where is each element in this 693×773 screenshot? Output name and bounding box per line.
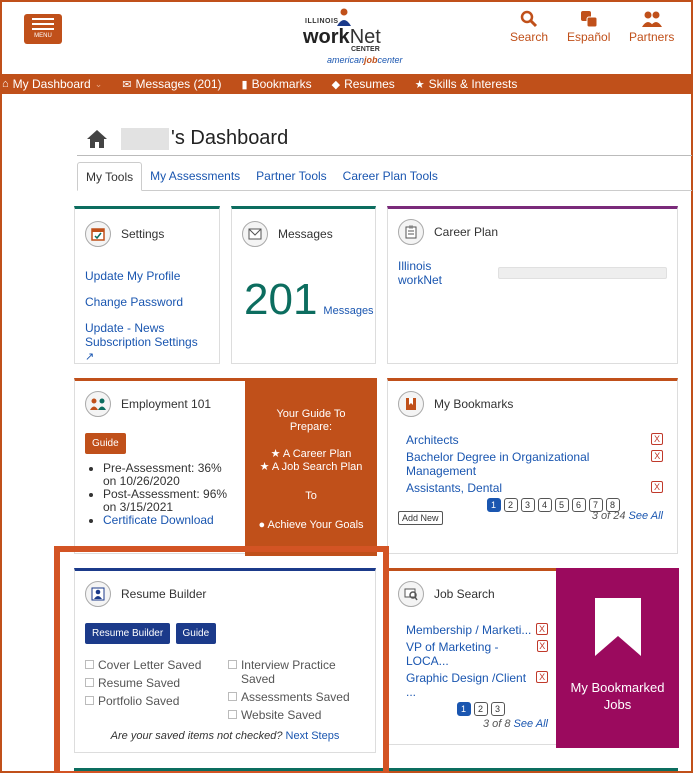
my-bookmarked-jobs-panel[interactable]: My Bookmarked Jobs	[556, 568, 679, 748]
page-button[interactable]: 3	[520, 498, 535, 512]
bookmark-link[interactable]: Bachelor Degree in Organizational Manage…	[406, 450, 651, 478]
job-search-pager: 1 2 3	[416, 702, 548, 716]
page-button[interactable]: 6	[571, 498, 586, 512]
employment-101-card: Employment 101 Guide Pre-Assessment: 36%…	[74, 378, 377, 556]
translate-icon	[580, 11, 598, 28]
tab-my-assessments[interactable]: My Assessments	[142, 162, 248, 190]
tab-my-tools[interactable]: My Tools	[77, 162, 143, 191]
site-header: MENU ILLINOIS workNet CENTER americanjob…	[2, 2, 691, 72]
search-link[interactable]: Search	[510, 10, 548, 44]
main-nav: ⌂ My Dashboard ⌄ ✉ Messages (201) ▮ Book…	[2, 74, 691, 94]
diamond-icon: ◆	[331, 78, 341, 91]
envelope-icon	[242, 221, 268, 247]
job-search-magnifier-icon	[398, 581, 424, 607]
see-all-jobs-link[interactable]: See All	[514, 718, 548, 730]
partners-link[interactable]: Partners	[629, 10, 674, 44]
redacted-user-name	[121, 127, 169, 150]
nav-skills-interests[interactable]: ★ Skills & Interests	[415, 77, 518, 91]
list-item: Membership / Marketi... X	[406, 623, 548, 637]
calendar-check-icon	[85, 221, 111, 247]
page-button[interactable]: 1	[456, 702, 471, 716]
tab-career-plan-tools[interactable]: Career Plan Tools	[335, 162, 446, 190]
highlight-annotation-box	[54, 546, 389, 773]
career-plan-progress-bar	[497, 267, 667, 279]
hamburger-icon	[32, 18, 54, 30]
bookmark-link[interactable]: Assistants, Dental	[406, 481, 502, 495]
page-button[interactable]: 1	[486, 498, 501, 512]
search-icon	[520, 10, 538, 28]
job-bookmark-link[interactable]: VP of Marketing - LOCA...	[406, 640, 537, 668]
dashboard-tabs: My Tools My Assessments Partner Tools Ca…	[77, 162, 692, 191]
add-new-bookmark-button[interactable]: Add New	[398, 511, 443, 525]
tab-partner-tools[interactable]: Partner Tools	[248, 162, 334, 190]
illinois-worknet-logo[interactable]: ILLINOIS workNet CENTER americanjobcente…	[297, 8, 407, 66]
delete-bookmark-button[interactable]: X	[651, 481, 663, 493]
list-item: Bachelor Degree in Organizational Manage…	[406, 450, 663, 478]
delete-job-button[interactable]: X	[536, 640, 548, 652]
update-profile-link[interactable]: Update My Profile	[85, 269, 209, 283]
delete-job-button[interactable]: X	[536, 671, 548, 683]
employment-guide-button[interactable]: Guide	[85, 433, 126, 454]
delete-bookmark-button[interactable]: X	[651, 450, 663, 462]
nav-resumes[interactable]: ◆ Resumes	[332, 77, 395, 91]
certificate-download-link[interactable]: Certificate Download	[103, 513, 214, 527]
home-icon: ⌂	[2, 78, 9, 90]
see-all-bookmarks-link[interactable]: See All	[629, 510, 663, 522]
nav-my-dashboard[interactable]: ⌂ My Dashboard ⌄	[2, 77, 102, 91]
clipboard-icon	[398, 219, 424, 245]
list-item: VP of Marketing - LOCA... X	[406, 640, 548, 668]
page-button[interactable]: 2	[473, 702, 488, 716]
star-icon: ★	[414, 78, 425, 91]
espanol-link[interactable]: Español	[567, 10, 610, 44]
page-button[interactable]: 3	[490, 702, 505, 716]
page-button[interactable]: 4	[537, 498, 552, 512]
career-plan-item-link[interactable]: Illinois workNet	[398, 259, 478, 287]
bookmark-link[interactable]: Architects	[406, 433, 459, 447]
job-bookmark-link[interactable]: Membership / Marketi...	[406, 623, 531, 637]
change-password-link[interactable]: Change Password	[85, 295, 209, 309]
handshake-people-icon	[85, 391, 111, 417]
career-plan-card: Career Plan Illinois workNet	[387, 206, 678, 364]
page-button[interactable]: 5	[554, 498, 569, 512]
home-icon	[87, 129, 107, 148]
nav-messages[interactable]: ✉ Messages (201)	[122, 77, 221, 91]
list-item: Assistants, Dental X	[406, 481, 663, 495]
list-item: Architects X	[406, 433, 663, 447]
settings-card: Settings Update My Profile Change Passwo…	[74, 206, 220, 364]
bookmark-icon: ▮	[241, 78, 248, 91]
envelope-icon: ✉	[122, 78, 132, 91]
messages-card: Messages 201 Messages	[231, 206, 376, 364]
job-search-card: Job Search Membership / Marketi... X VP …	[387, 568, 679, 748]
news-subscription-link[interactable]: Update - News Subscription Settings ↗	[85, 321, 209, 363]
nav-bookmarks[interactable]: ▮ Bookmarks	[242, 77, 312, 91]
page-button[interactable]: 2	[503, 498, 518, 512]
map-pin-icon: ●	[258, 519, 266, 531]
menu-button[interactable]: MENU	[24, 14, 62, 44]
delete-bookmark-button[interactable]: X	[651, 433, 663, 445]
my-bookmarks-card: My Bookmarks Architects X Bachelor Degre…	[387, 378, 678, 554]
job-bookmark-link[interactable]: Graphic Design /Client ...	[406, 671, 536, 699]
people-icon	[641, 11, 662, 27]
chevron-down-icon: ⌄	[94, 78, 103, 89]
messages-count-link[interactable]: 201 Messages	[232, 247, 375, 325]
external-link-icon: ↗	[85, 351, 95, 363]
bookmark-icon	[594, 598, 641, 656]
list-item: Graphic Design /Client ... X	[406, 671, 548, 699]
employment-promo-panel[interactable]: Your Guide To Prepare: ★ A Career Plan ★…	[245, 378, 377, 556]
bookmark-book-icon	[398, 391, 424, 417]
delete-job-button[interactable]: X	[536, 623, 548, 635]
page-title: 's Dashboard	[77, 122, 692, 156]
